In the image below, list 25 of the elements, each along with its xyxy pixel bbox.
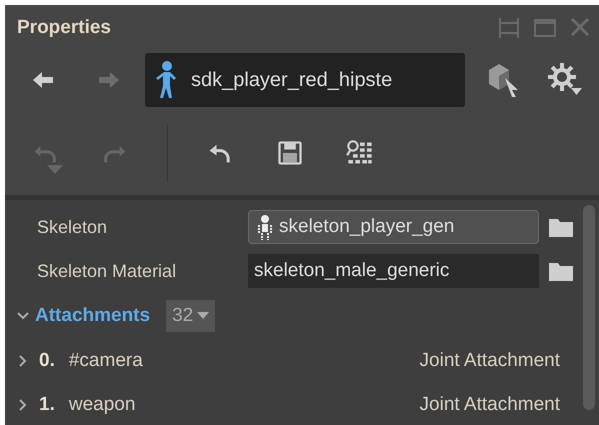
item-index: 0.	[39, 350, 55, 372]
count-dropdown[interactable]: 32	[166, 300, 216, 332]
person-icon	[155, 60, 177, 100]
chevron-right-icon[interactable]	[17, 399, 29, 411]
section-header[interactable]: Attachments	[35, 305, 150, 327]
folder-icon[interactable]	[549, 217, 573, 237]
text-field[interactable]: skeleton_male_generic	[248, 254, 539, 288]
chevron-right-icon[interactable]	[17, 355, 29, 367]
item-index: 1.	[39, 394, 55, 416]
skeleton-icon	[255, 214, 275, 240]
folder-icon[interactable]	[549, 261, 573, 281]
caret-icon	[197, 312, 210, 320]
property-label: Skeleton Material	[37, 260, 178, 282]
asset-field[interactable]: sdk_player_red_hipste	[145, 53, 465, 107]
asset-field[interactable]: skeleton_player_gen	[248, 210, 539, 244]
caret-icon	[47, 164, 63, 174]
attachment-type: Joint Attachment	[420, 394, 560, 416]
attachment-name: weapon	[68, 394, 136, 416]
chevron-down-icon[interactable]	[17, 310, 29, 322]
property-label: Skeleton	[37, 216, 108, 238]
panel-title: Properties	[17, 16, 111, 38]
attachment-name: #camera	[68, 350, 144, 372]
attachment-type: Joint Attachment	[420, 350, 560, 372]
scrollbar[interactable]	[583, 205, 595, 410]
magnifier-grid-icon	[346, 138, 374, 166]
